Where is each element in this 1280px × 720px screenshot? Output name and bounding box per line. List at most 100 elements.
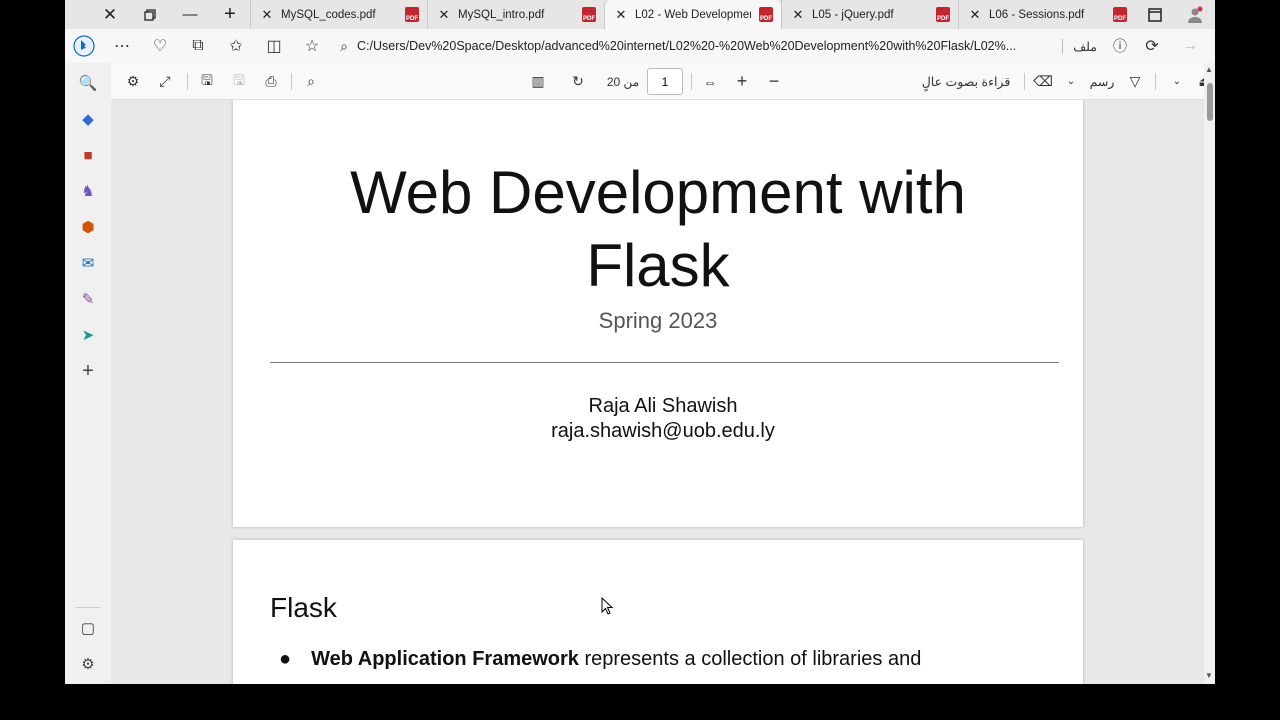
divider [1024, 73, 1025, 90]
divider [270, 362, 1059, 363]
url-field[interactable]: ⓘ ملف C:/Users/Dev%20Space/Desktop/advan… [331, 32, 1133, 60]
pdf-page-1: Web Development with Flask Spring 2023 R… [233, 100, 1083, 527]
settings-icon[interactable]: ⚙ [119, 63, 147, 100]
settings-icon[interactable]: ⚙ [65, 646, 111, 682]
divider [187, 73, 188, 90]
bullet-marker: ● [279, 648, 292, 670]
chevron-down-icon[interactable]: ⌄ [1167, 63, 1187, 100]
chevron-down-icon[interactable]: ⌄ [1061, 63, 1081, 100]
mouse-cursor-icon [601, 597, 613, 615]
search-icon[interactable]: 🔍 [65, 65, 111, 101]
divider [75, 607, 101, 608]
address-bar: → ⟳ ⓘ ملف C:/Users/Dev%20Space/Desktop/a… [65, 29, 1215, 63]
shopping-tag-icon[interactable]: ◆ [65, 101, 111, 137]
eraser-icon[interactable]: ⌫ [1029, 63, 1057, 100]
fullscreen-icon[interactable]: ⤢ [151, 63, 179, 100]
browser-window: PDF L06 - Sessions.pdf ✕ PDF L05 - jQuer… [65, 0, 1215, 684]
divider [691, 73, 692, 90]
pdf-icon: PDF [405, 7, 419, 22]
bullet-bold-text: Web Application Framework [311, 648, 579, 670]
bullet-text: represents a collection of libraries and [578, 648, 922, 670]
list-item: ● Web Application Framework represents a … [279, 648, 921, 671]
file-label: ملف [1062, 38, 1107, 54]
slide-heading: Flask [270, 592, 337, 623]
split-screen-icon[interactable]: ◫ [255, 29, 293, 63]
collections-icon[interactable]: ⧉ [179, 29, 217, 63]
read-aloud-button[interactable]: قراءة بصوت عالٍ [911, 63, 1021, 100]
rotate-icon[interactable]: ↻ [564, 63, 592, 100]
close-window-button[interactable]: ✕ [90, 0, 130, 29]
divider [1155, 73, 1156, 90]
office-icon[interactable]: ⬢ [65, 209, 111, 245]
close-icon[interactable]: ✕ [613, 7, 629, 23]
games-icon[interactable]: ♞ [65, 173, 111, 209]
pdf-icon: PDF [582, 7, 596, 22]
sidebar: 🔍 ◆ ■ ♞ ⬢ ✉ ✎ ➤ + ▢ ⚙ [65, 63, 111, 684]
draw-button[interactable]: رسم [1087, 63, 1117, 100]
close-icon[interactable]: ✕ [259, 7, 275, 23]
restore-button[interactable] [130, 0, 170, 29]
tab-title: MySQL_intro.pdf [458, 8, 545, 21]
favorites-icon[interactable]: ✩ [217, 29, 255, 63]
slide-title-line2: Flask [586, 232, 730, 299]
find-icon[interactable]: ⌕ [297, 63, 325, 100]
slide-title-line1: Web Development with [350, 159, 966, 226]
zoom-out-icon[interactable]: − [760, 63, 788, 100]
scroll-down-icon[interactable]: ▼ [1205, 671, 1213, 680]
new-tab-button[interactable]: + [210, 0, 250, 29]
print-icon[interactable]: ⎙ [257, 63, 285, 100]
close-icon[interactable]: ✕ [436, 7, 452, 23]
pdf-toolbar: ⚙ ⤢ 🖫 🖫 ⎙ ⌕ ▥ ↻ من 20 1 ⇔ + − قراءة بصوت… [111, 63, 1215, 100]
tab-title: L02 - Web Development [635, 8, 751, 21]
pdf-page-2: Flask ● Web Application Framework represe… [233, 540, 1083, 684]
pdf-icon: PDF [759, 7, 773, 22]
refresh-icon[interactable]: ⟳ [1133, 29, 1171, 63]
url-text[interactable]: C:/Users/Dev%20Space/Desktop/advanced%20… [357, 39, 1054, 53]
save-icon[interactable]: 🖫 [225, 63, 253, 100]
divider [291, 73, 292, 90]
scrollbar[interactable]: ▲ ▼ [1204, 63, 1215, 684]
more-menu-icon[interactable]: ⋯ [103, 29, 141, 63]
draw-pen-icon[interactable]: ▽ [1121, 63, 1149, 100]
send-icon[interactable]: ➤ [65, 317, 111, 353]
tab-bar: PDF L06 - Sessions.pdf ✕ PDF L05 - jQuer… [65, 0, 1215, 29]
scrollbar-thumb[interactable] [1207, 83, 1213, 121]
tab-mysql-intro[interactable]: PDF MySQL_intro.pdf ✕ [427, 0, 604, 29]
fit-width-icon[interactable]: ⇔ [696, 63, 724, 100]
zoom-in-icon[interactable]: + [728, 63, 756, 100]
info-icon[interactable]: ⓘ [1107, 32, 1133, 60]
close-icon[interactable]: ✕ [967, 7, 983, 23]
tab-l05-jquery[interactable]: PDF L05 - jQuery.pdf ✕ [781, 0, 958, 29]
pdf-viewport[interactable]: Web Development with Flask Spring 2023 R… [111, 100, 1204, 684]
search-icon: ⌕ [340, 37, 348, 54]
performance-icon[interactable]: ♡ [141, 29, 179, 63]
tab-l02-web-development[interactable]: PDF L02 - Web Development ✕ [604, 0, 781, 29]
profile-icon[interactable] [1175, 0, 1215, 29]
tab-l06-sessions[interactable]: PDF L06 - Sessions.pdf ✕ [958, 0, 1135, 29]
add-icon[interactable]: + [65, 353, 111, 389]
tools-icon[interactable]: ■ [65, 137, 111, 173]
author-email: raja.shawish@uob.edu.ly [551, 420, 775, 442]
outlook-icon[interactable]: ✉ [65, 245, 111, 281]
designer-icon[interactable]: ✎ [65, 281, 111, 317]
author-name: Raja Ali Shawish [588, 395, 738, 417]
tab-mysql-codes[interactable]: PDF MySQL_codes.pdf ✕ [250, 0, 427, 29]
tab-title: MySQL_codes.pdf [281, 8, 376, 21]
tab-title: L06 - Sessions.pdf [989, 8, 1085, 21]
minimize-button[interactable]: — [170, 0, 210, 29]
bing-copilot-icon[interactable] [65, 29, 103, 63]
save-as-icon[interactable]: 🖫 [193, 63, 221, 100]
pdf-icon: PDF [1113, 7, 1127, 22]
tab-title: L05 - jQuery.pdf [812, 8, 894, 21]
favorite-star-icon[interactable]: ☆ [293, 29, 331, 63]
scroll-up-icon[interactable]: ▲ [1205, 65, 1213, 74]
workspaces-icon[interactable] [1135, 0, 1175, 29]
sidebar-toggle-icon[interactable]: ▢ [65, 610, 111, 646]
pdf-icon: PDF [936, 7, 950, 22]
forward-icon[interactable]: → [1171, 29, 1209, 63]
page-count: من 20 [606, 74, 640, 89]
page-number-input[interactable]: 1 [647, 68, 683, 95]
slide-subtitle: Spring 2023 [598, 308, 718, 333]
close-icon[interactable]: ✕ [790, 7, 806, 23]
page-view-icon[interactable]: ▥ [524, 63, 552, 100]
